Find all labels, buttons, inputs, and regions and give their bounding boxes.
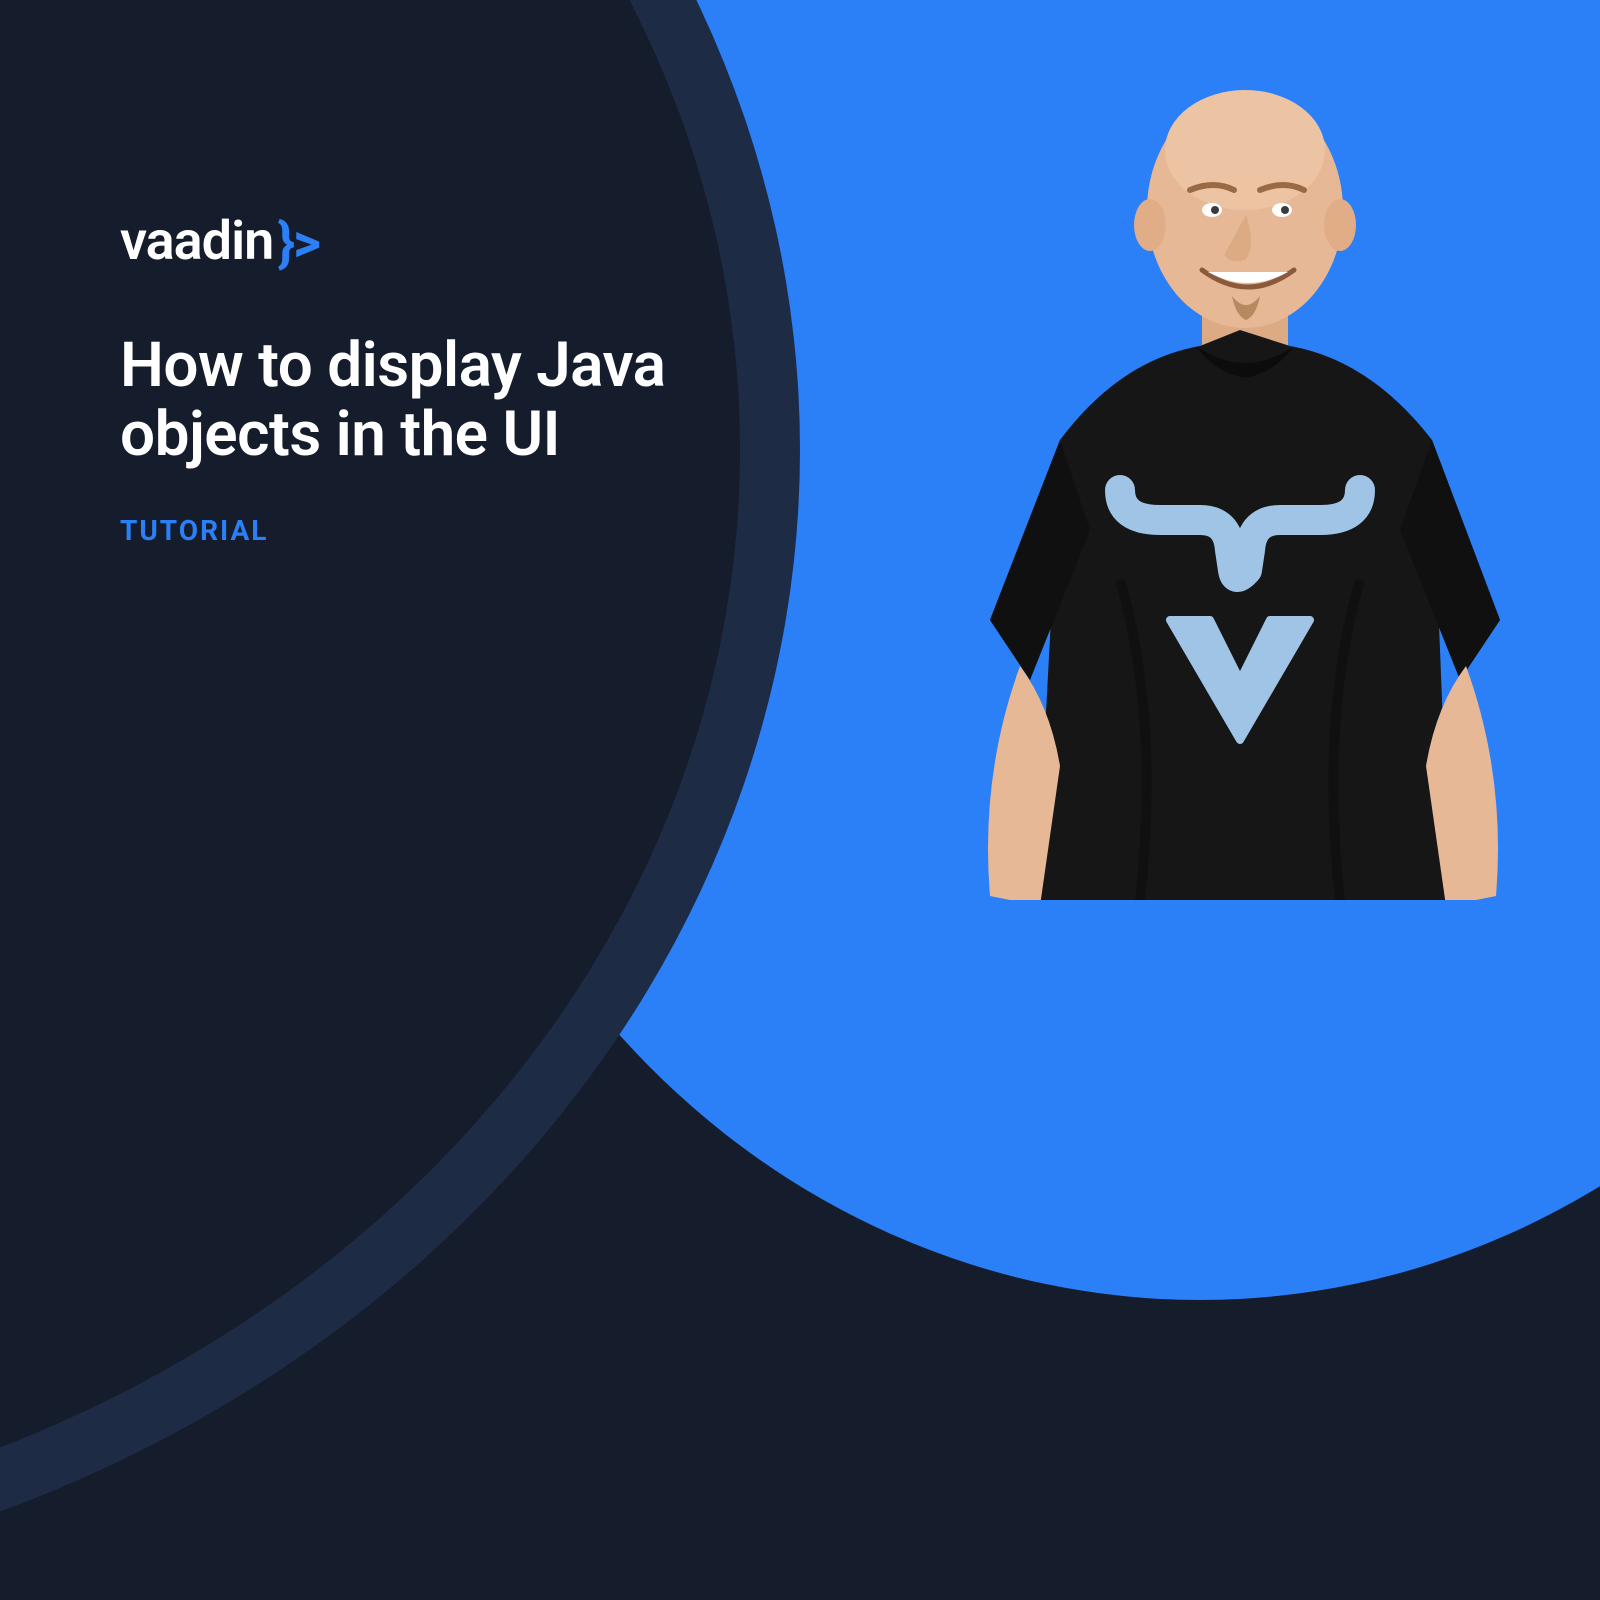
text-block: vaadin }> How to display Java objects in… — [120, 210, 680, 547]
presenter-illustration-icon — [940, 60, 1540, 900]
vaadin-logo: vaadin }> — [120, 210, 680, 273]
logo-wordmark: vaadin — [120, 210, 273, 273]
thumbnail-canvas: vaadin }> How to display Java objects in… — [0, 0, 1600, 900]
category-label: TUTORIAL — [120, 514, 680, 547]
logo-glyph-icon: }> — [277, 212, 319, 275]
video-title: How to display Java objects in the UI — [120, 331, 680, 470]
presenter-figure — [940, 60, 1540, 900]
